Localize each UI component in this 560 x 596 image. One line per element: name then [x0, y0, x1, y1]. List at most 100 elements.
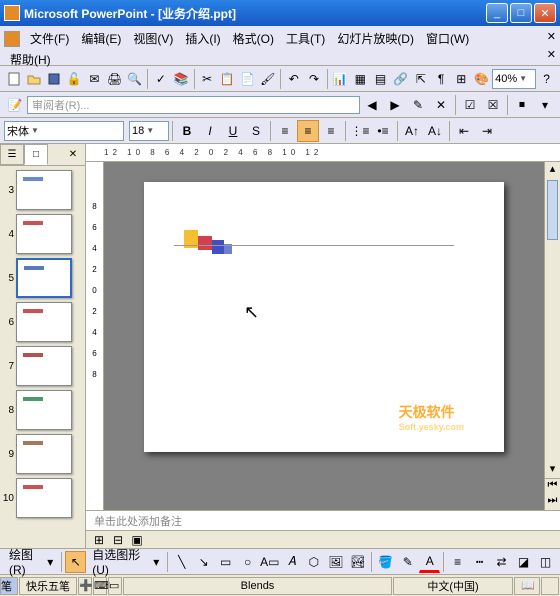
line-style-button[interactable]: ≡	[447, 551, 468, 573]
ime-btn3[interactable]: ▭	[108, 577, 122, 595]
fill-color-button[interactable]: 🪣	[375, 551, 396, 573]
slide[interactable]: ↖ 天极软件 Soft.yesky.com	[144, 182, 504, 452]
oval-button[interactable]: ○	[237, 551, 258, 573]
underline-button[interactable]: U	[222, 120, 244, 142]
increase-font-button[interactable]: A↑	[401, 120, 423, 142]
ime-btn1[interactable]: ➕	[78, 577, 92, 595]
autoshapes-button[interactable]: 自选图形(U) ▾	[87, 551, 164, 573]
font-color-button[interactable]: A	[419, 551, 440, 573]
menu-insert[interactable]: 插入(I)	[179, 28, 226, 49]
grid-button[interactable]: ⊞	[452, 68, 471, 90]
decrease-indent-button[interactable]: ⇤	[453, 120, 475, 142]
cut-button[interactable]: ✂	[198, 68, 217, 90]
vertical-scrollbar[interactable]: ▴ ▾ ⏮ ⏭	[544, 162, 560, 510]
arrow-button[interactable]: ↘	[193, 551, 214, 573]
align-left-button[interactable]: ≡	[274, 120, 296, 142]
menu-window[interactable]: 窗口(W)	[420, 28, 475, 49]
textbox-button[interactable]: A▭	[259, 551, 280, 573]
shadow-style-button[interactable]: ◪	[513, 551, 534, 573]
hyperlink-button[interactable]: 🔗	[391, 68, 410, 90]
status-spell-icon[interactable]: 📖	[514, 577, 540, 595]
slide-canvas[interactable]: ↖ 天极软件 Soft.yesky.com	[104, 162, 544, 510]
color-button[interactable]: 🎨	[472, 68, 491, 90]
review-more-button[interactable]: ▾	[534, 94, 556, 116]
wordart-button[interactable]: 𝐴	[281, 551, 302, 573]
menu-file[interactable]: 文件(F)	[24, 28, 75, 49]
next-slide-button[interactable]: ⏭	[545, 494, 560, 510]
bold-button[interactable]: B	[176, 120, 198, 142]
clipart-button[interactable]: 🖼	[325, 551, 346, 573]
notes-pane[interactable]: 单击此处添加备注	[86, 510, 560, 530]
thumbnail-slide[interactable]: 10	[2, 478, 83, 518]
permission-button[interactable]: 🔓	[65, 68, 84, 90]
maximize-button[interactable]: □	[510, 3, 532, 23]
thumbnail-slide[interactable]: 7	[2, 346, 83, 386]
menubar-close-button[interactable]: ✕	[547, 48, 556, 61]
thumbnail-slide[interactable]: 6	[2, 302, 83, 342]
undo-button[interactable]: ↶	[284, 68, 303, 90]
select-objects-button[interactable]: ↖	[65, 551, 86, 573]
thumbnail-slide[interactable]: 9	[2, 434, 83, 474]
menu-edit[interactable]: 编辑(E)	[75, 28, 127, 49]
3d-style-button[interactable]: ◫	[535, 551, 556, 573]
paste-button[interactable]: 📄	[238, 68, 257, 90]
increase-indent-button[interactable]: ⇥	[476, 120, 498, 142]
zoom-dropdown[interactable]: 40%▼	[492, 69, 536, 89]
ime-status[interactable]: 快乐五笔	[19, 577, 77, 595]
decrease-font-button[interactable]: A↓	[424, 120, 446, 142]
preview-button[interactable]: 🔍	[125, 68, 144, 90]
line-button[interactable]: ╲	[171, 551, 192, 573]
print-button[interactable]: 🖨	[105, 68, 124, 90]
review-ink-button[interactable]: ✎	[407, 94, 429, 116]
chart-button[interactable]: 📊	[330, 68, 349, 90]
thumbnail-slide[interactable]: 4	[2, 214, 83, 254]
rectangle-button[interactable]: ▭	[215, 551, 236, 573]
draw-menu-button[interactable]: 绘图(R) ▾	[4, 551, 58, 573]
diagram-button[interactable]: ⬡	[303, 551, 324, 573]
italic-button[interactable]: I	[199, 120, 221, 142]
open-button[interactable]	[24, 68, 43, 90]
align-right-button[interactable]: ≡	[320, 120, 342, 142]
copy-button[interactable]: 📋	[218, 68, 237, 90]
slides-tab[interactable]: □	[24, 144, 48, 165]
font-dropdown[interactable]: 宋体▼	[4, 121, 124, 141]
format-painter-button[interactable]: 🖌	[258, 68, 277, 90]
doc-close-button[interactable]: ✕	[547, 30, 556, 43]
bullets-button[interactable]: •≡	[372, 120, 394, 142]
review-apply-button[interactable]: ☑	[459, 94, 481, 116]
table-button[interactable]: ▦	[351, 68, 370, 90]
dash-style-button[interactable]: ┅	[469, 551, 490, 573]
new-button[interactable]	[4, 68, 23, 90]
review-endreview-button[interactable]: ⏹	[511, 94, 533, 116]
numbering-button[interactable]: ⋮≡	[349, 120, 371, 142]
close-panel-button[interactable]: ✕	[61, 144, 85, 165]
menu-format[interactable]: 格式(O)	[227, 28, 280, 49]
ime-btn2[interactable]: ⌨	[93, 577, 107, 595]
prev-slide-button[interactable]: ⏮	[545, 478, 560, 494]
review-unapply-button[interactable]: ☒	[482, 94, 504, 116]
thumbnail-slide[interactable]: 8	[2, 390, 83, 430]
ime-icon[interactable]: 笔	[0, 577, 18, 595]
menu-view[interactable]: 视图(V)	[127, 28, 179, 49]
review-prev-button[interactable]: ◀	[361, 94, 383, 116]
review-delete-button[interactable]: ✕	[430, 94, 452, 116]
review-next-button[interactable]: ▶	[384, 94, 406, 116]
fontsize-dropdown[interactable]: 18▼	[129, 121, 169, 141]
menu-tools[interactable]: 工具(T)	[280, 28, 331, 49]
shadow-button[interactable]: S	[245, 120, 267, 142]
minimize-button[interactable]: _	[486, 3, 508, 23]
menu-slideshow[interactable]: 幻灯片放映(D)	[331, 28, 420, 49]
close-button[interactable]: ✕	[534, 3, 556, 23]
tables-borders-button[interactable]: ▤	[371, 68, 390, 90]
help-button[interactable]: ?	[537, 68, 556, 90]
picture-button[interactable]: 🏞	[347, 551, 368, 573]
review-markup-button[interactable]: 📝	[4, 94, 26, 116]
spell-button[interactable]: ✓	[151, 68, 170, 90]
research-button[interactable]: 📚	[171, 68, 190, 90]
thumbnail-slide[interactable]: 5	[2, 258, 83, 298]
expand-button[interactable]: ⇱	[411, 68, 430, 90]
reviewer-dropdown[interactable]: 审阅者(R)...	[27, 96, 360, 114]
line-color-button[interactable]: ✎	[397, 551, 418, 573]
email-button[interactable]: ✉	[85, 68, 104, 90]
redo-button[interactable]: ↷	[304, 68, 323, 90]
